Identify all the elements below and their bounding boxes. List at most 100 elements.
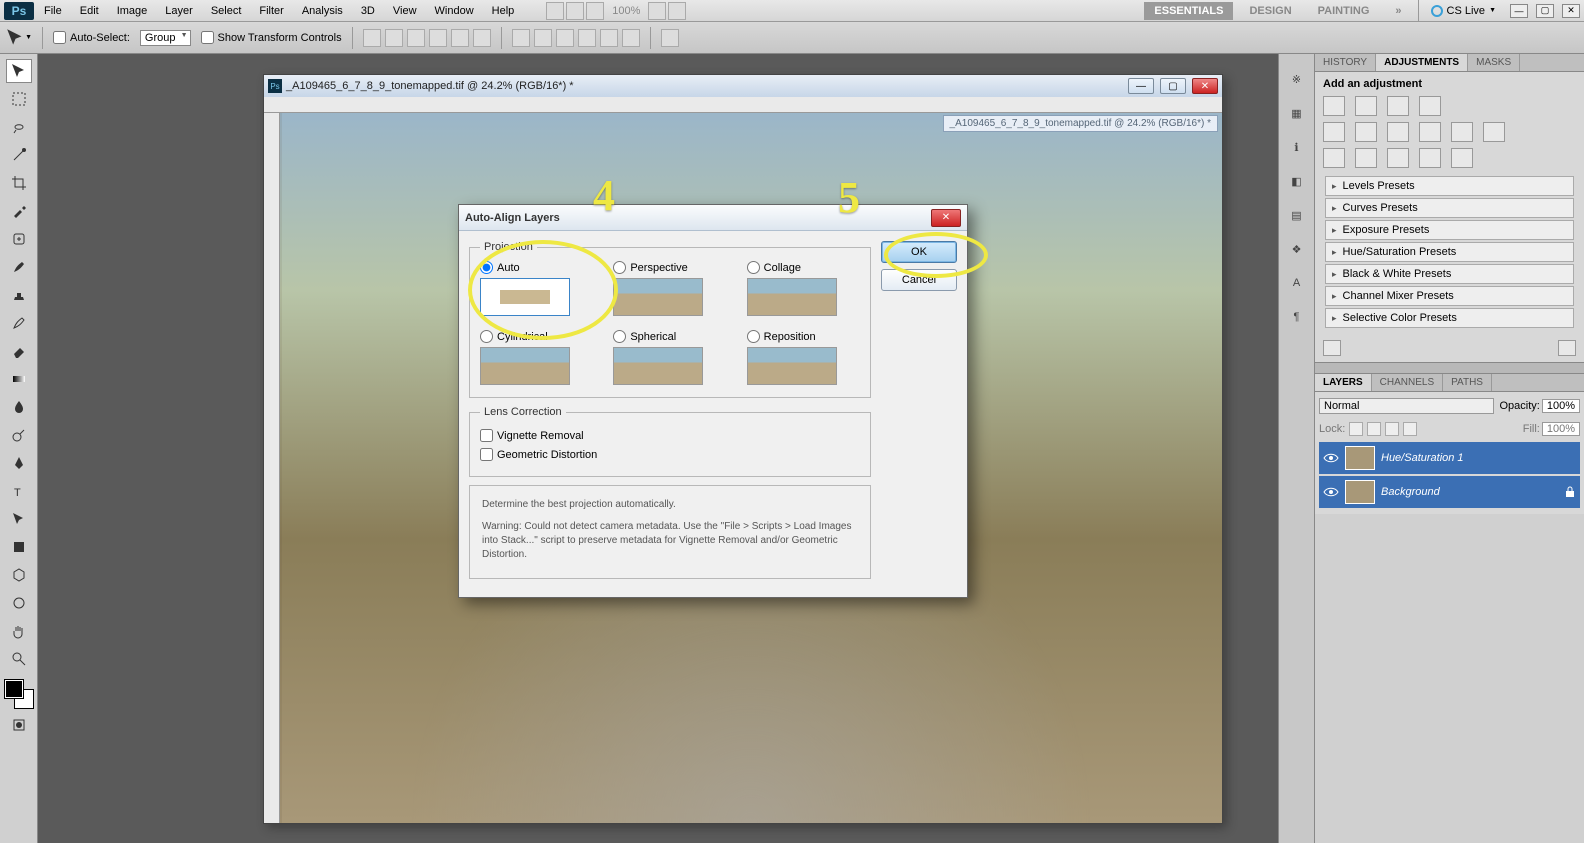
align-top-icon[interactable] [363, 29, 381, 47]
history-brush-tool[interactable] [7, 312, 31, 334]
radio-cylindrical[interactable] [480, 330, 493, 343]
view-extras-icon[interactable] [586, 2, 604, 20]
tab-layers[interactable]: LAYERS [1315, 374, 1372, 391]
3d-camera-tool[interactable] [7, 592, 31, 614]
projection-collage[interactable]: Collage [747, 261, 860, 316]
photo-filter-icon[interactable] [1451, 122, 1473, 142]
menu-layer[interactable]: Layer [157, 3, 201, 19]
radio-collage[interactable] [747, 261, 760, 274]
workspace-more-icon[interactable]: » [1385, 2, 1411, 20]
cancel-button[interactable]: Cancel [881, 269, 957, 291]
app-restore-button[interactable]: ▢ [1536, 4, 1554, 18]
radio-reposition[interactable] [747, 330, 760, 343]
vignette-checkbox[interactable]: Vignette Removal [480, 426, 860, 445]
gradient-tool[interactable] [7, 368, 31, 390]
auto-select-target[interactable]: Group [140, 30, 191, 46]
ok-button[interactable]: OK [881, 241, 957, 263]
align-hcenter-icon[interactable] [451, 29, 469, 47]
app-close-button[interactable]: ✕ [1562, 4, 1580, 18]
tab-paths[interactable]: PATHS [1443, 374, 1492, 391]
menu-edit[interactable]: Edit [72, 3, 107, 19]
magic-wand-tool[interactable] [7, 144, 31, 166]
layer-row-background[interactable]: Background [1319, 476, 1580, 508]
distribute-vcenter-icon[interactable] [534, 29, 552, 47]
lock-all-icon[interactable] [1403, 422, 1417, 436]
workspace-painting[interactable]: PAINTING [1308, 2, 1380, 20]
document-titlebar[interactable]: Ps _A109465_6_7_8_9_tonemapped.tif @ 24.… [264, 75, 1222, 97]
levels-icon[interactable] [1355, 96, 1377, 116]
lock-position-icon[interactable] [1385, 422, 1399, 436]
vibrance-icon[interactable] [1323, 122, 1345, 142]
character-icon[interactable]: A [1286, 272, 1308, 294]
pen-tool[interactable] [7, 452, 31, 474]
distribute-hcenter-icon[interactable] [600, 29, 618, 47]
distribute-left-icon[interactable] [578, 29, 596, 47]
doc-minimize-button[interactable]: — [1128, 78, 1154, 94]
invert-icon[interactable] [1323, 148, 1345, 168]
brightness-contrast-icon[interactable] [1323, 96, 1345, 116]
blur-tool[interactable] [7, 396, 31, 418]
blend-mode-select[interactable]: Normal [1319, 398, 1494, 414]
doc-close-button[interactable]: ✕ [1192, 78, 1218, 94]
screen-mode-icon[interactable] [668, 2, 686, 20]
dodge-tool[interactable] [7, 424, 31, 446]
healing-brush-tool[interactable] [7, 228, 31, 250]
menu-window[interactable]: Window [427, 3, 482, 19]
distribute-top-icon[interactable] [512, 29, 530, 47]
lasso-tool[interactable] [7, 116, 31, 138]
adjustments-return-icon[interactable] [1323, 340, 1341, 356]
radio-auto[interactable] [480, 261, 493, 274]
fill-field[interactable]: Fill:100% [1523, 422, 1580, 436]
geodist-checkbox[interactable]: Geometric Distortion [480, 445, 860, 464]
clone-stamp-tool[interactable] [7, 284, 31, 306]
menu-view[interactable]: View [385, 3, 425, 19]
projection-auto[interactable]: Auto [480, 261, 593, 316]
workspace-essentials[interactable]: ESSENTIALS [1144, 2, 1233, 20]
doc-maximize-button[interactable]: ▢ [1160, 78, 1186, 94]
crop-tool[interactable] [7, 172, 31, 194]
menu-help[interactable]: Help [484, 3, 523, 19]
tab-masks[interactable]: MASKS [1468, 54, 1520, 71]
menu-filter[interactable]: Filter [251, 3, 291, 19]
workspace-design[interactable]: DESIGN [1239, 2, 1301, 20]
shape-tool[interactable] [7, 536, 31, 558]
arrange-docs-icon[interactable] [648, 2, 666, 20]
quickmask-tool[interactable] [7, 714, 31, 736]
preset-black-white[interactable]: Black & White Presets [1325, 264, 1574, 284]
distribute-bottom-icon[interactable] [556, 29, 574, 47]
auto-select-checkbox[interactable]: Auto-Select: [53, 31, 130, 44]
gradient-map-icon[interactable] [1419, 148, 1441, 168]
swatches-icon[interactable]: ▤ [1286, 204, 1308, 226]
lock-transparent-icon[interactable] [1349, 422, 1363, 436]
color-icon[interactable]: ◧ [1286, 170, 1308, 192]
menu-analysis[interactable]: Analysis [294, 3, 351, 19]
distribute-right-icon[interactable] [622, 29, 640, 47]
black-white-icon[interactable] [1419, 122, 1441, 142]
preset-hue-saturation[interactable]: Hue/Saturation Presets [1325, 242, 1574, 262]
curves-icon[interactable] [1387, 96, 1409, 116]
zoom-tool[interactable] [7, 648, 31, 670]
launch-minibridge-icon[interactable] [566, 2, 584, 20]
brush-tool[interactable] [7, 256, 31, 278]
radio-perspective[interactable] [613, 261, 626, 274]
color-swatches[interactable] [5, 680, 33, 708]
projection-perspective[interactable]: Perspective [613, 261, 726, 316]
projection-spherical[interactable]: Spherical [613, 330, 726, 385]
menu-3d[interactable]: 3D [353, 3, 383, 19]
tab-adjustments[interactable]: ADJUSTMENTS [1376, 54, 1468, 71]
auto-align-icon[interactable] [661, 29, 679, 47]
app-minimize-button[interactable]: — [1510, 4, 1528, 18]
visibility-icon[interactable] [1323, 485, 1339, 499]
3d-tool[interactable] [7, 564, 31, 586]
hue-saturation-icon[interactable] [1355, 122, 1377, 142]
menu-file[interactable]: File [36, 3, 70, 19]
eraser-tool[interactable] [7, 340, 31, 362]
preset-channel-mixer[interactable]: Channel Mixer Presets [1325, 286, 1574, 306]
align-vcenter-icon[interactable] [385, 29, 403, 47]
exposure-icon[interactable] [1419, 96, 1441, 116]
radio-spherical[interactable] [613, 330, 626, 343]
navigator-icon[interactable]: ▦ [1286, 102, 1308, 124]
preset-levels[interactable]: Levels Presets [1325, 176, 1574, 196]
paragraph-icon[interactable]: ¶ [1286, 306, 1308, 328]
type-tool[interactable]: T [7, 480, 31, 502]
